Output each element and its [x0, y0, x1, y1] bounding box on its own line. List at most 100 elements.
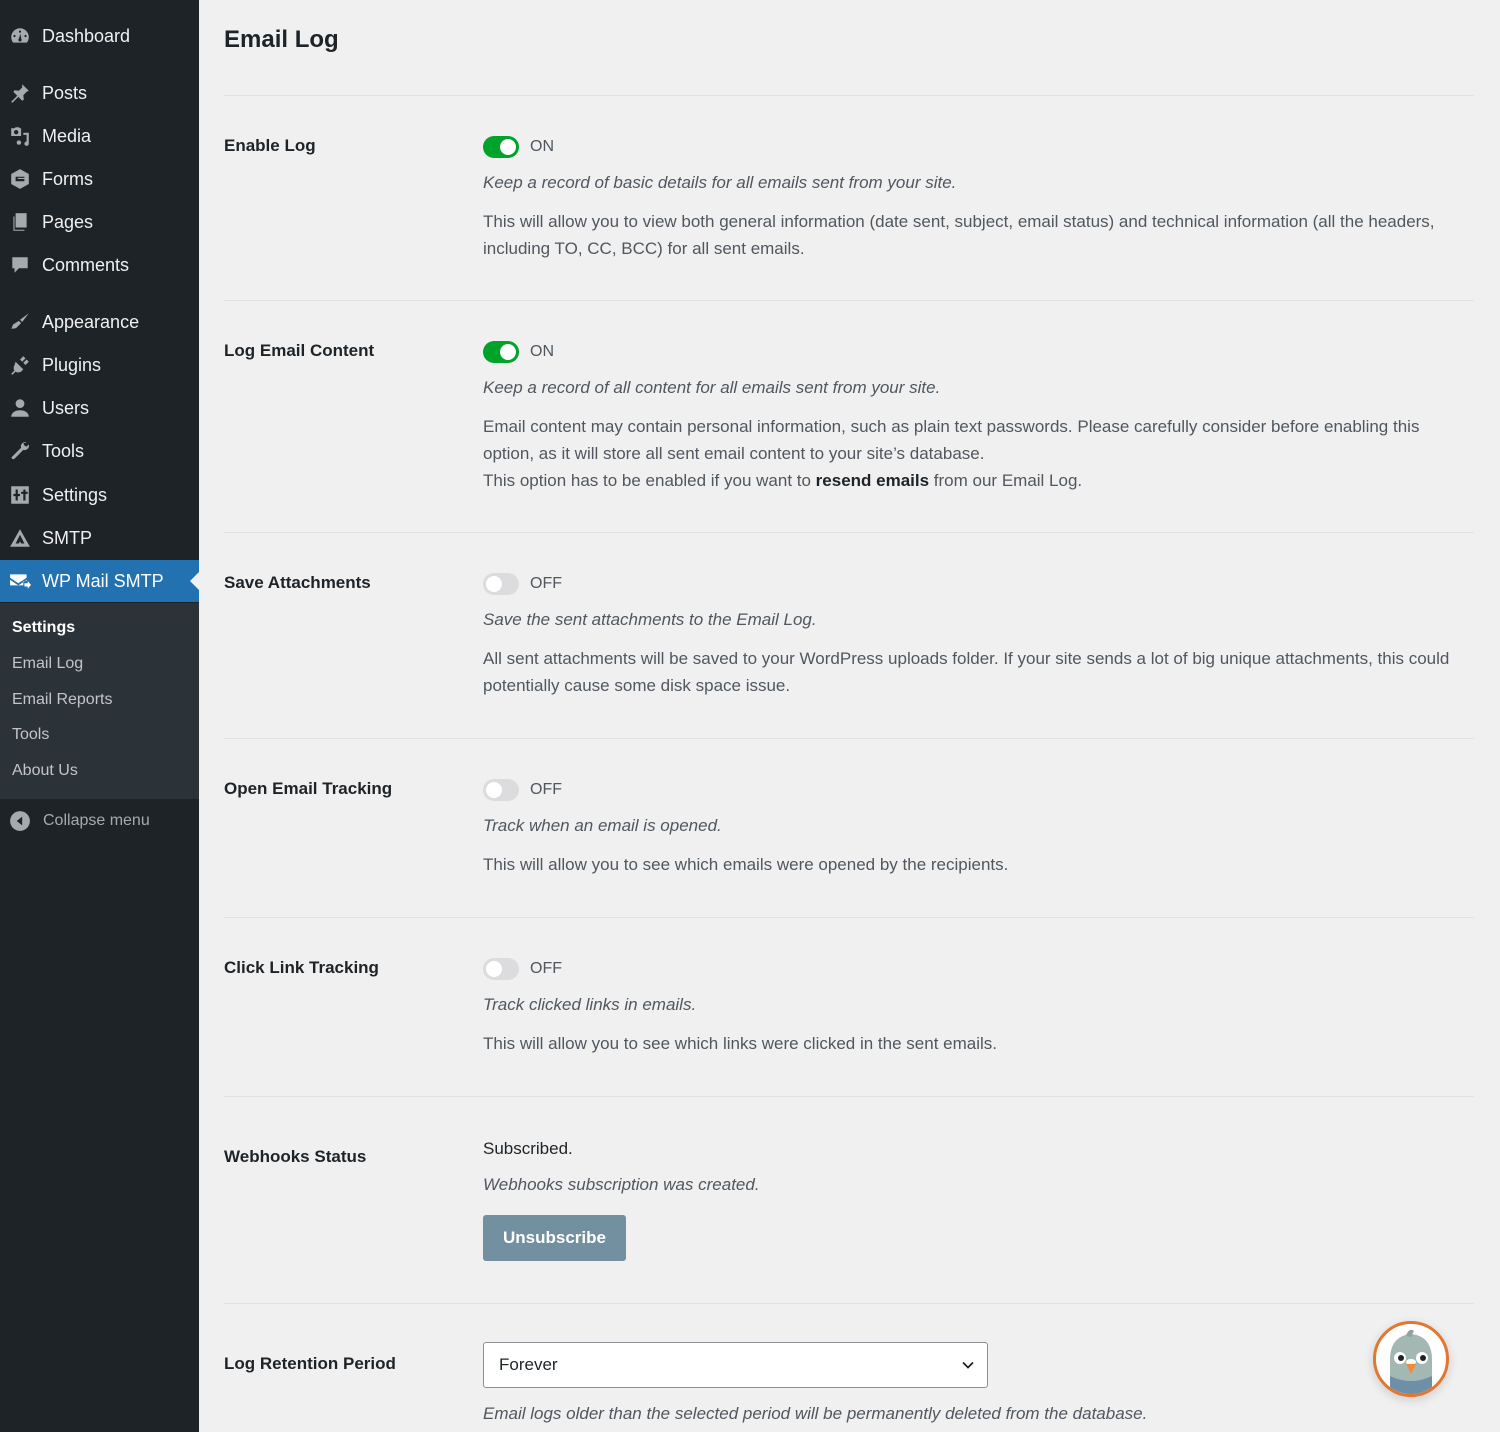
sidebar-item-label: Users	[42, 397, 90, 418]
plug-icon	[8, 353, 32, 377]
note-text: This option has to be enabled if you wan…	[483, 471, 816, 490]
open-tracking-description: This will allow you to see which emails …	[483, 855, 1009, 874]
submenu-item-settings[interactable]: Settings	[12, 619, 75, 637]
click-tracking-summary: Track clicked links in emails.	[483, 995, 697, 1014]
open-tracking-summary: Track when an email is opened.	[483, 816, 722, 835]
sidebar-item-label: Comments	[42, 254, 130, 275]
help-mascot-button[interactable]	[1373, 1321, 1449, 1397]
divider	[224, 300, 1474, 301]
note-text: from our Email Log.	[929, 471, 1083, 490]
enable-log-summary: Keep a record of basic details for all e…	[483, 173, 957, 192]
user-icon	[8, 396, 32, 420]
note-bold: resend emails	[815, 471, 930, 490]
save-attachments-toggle[interactable]	[483, 573, 519, 595]
submenu-item-email-reports[interactable]: Email Reports	[12, 691, 112, 709]
submenu-item-tools[interactable]: Tools	[12, 726, 49, 744]
smtp-triangle-icon	[8, 526, 32, 550]
retention-label: Log Retention Period	[224, 1354, 396, 1373]
open-tracking-field: OFF Track when an email is opened. This …	[483, 778, 1473, 878]
sidebar-item-label: WP Mail SMTP	[42, 570, 164, 591]
divider	[224, 532, 1474, 533]
sidebar-item-label: Dashboard	[42, 25, 131, 46]
sidebar-item-users[interactable]: Users	[0, 387, 199, 429]
pigeon-mascot-icon	[1390, 1329, 1432, 1394]
pin-icon	[8, 81, 32, 105]
sidebar-item-settings[interactable]: Settings	[0, 474, 199, 516]
webhooks-summary: Webhooks subscription was created.	[483, 1175, 760, 1194]
log-content-field: ON Keep a record of all content for all …	[483, 340, 1473, 494]
enable-log-label: Enable Log	[224, 136, 316, 155]
webhooks-field: Subscribed. Webhooks subscription was cr…	[483, 1135, 1473, 1261]
divider	[224, 917, 1474, 918]
toggle-state: OFF	[530, 781, 562, 798]
divider	[224, 1096, 1474, 1097]
sidebar-item-label: SMTP	[42, 527, 93, 548]
toggle-state: ON	[530, 343, 554, 360]
sidebar-item-tools[interactable]: Tools	[0, 430, 199, 472]
forms-icon	[8, 167, 32, 191]
retention-field: Forever Email logs older than the select…	[483, 1342, 1473, 1427]
sliders-icon	[8, 483, 32, 507]
log-content-resend-note: This option has to be enabled if you wan…	[483, 467, 1473, 494]
divider	[224, 95, 1474, 96]
toggle-state: ON	[530, 138, 554, 155]
enable-log-field: ON Keep a record of basic details for al…	[483, 135, 1473, 262]
click-tracking-field: OFF Track clicked links in emails. This …	[483, 957, 1473, 1057]
retention-selected-value: Forever	[499, 1355, 558, 1374]
click-tracking-description: This will allow you to see which links w…	[483, 1034, 997, 1053]
webhooks-status: Subscribed.	[483, 1139, 573, 1158]
save-attachments-field: OFF Save the sent attachments to the Ema…	[483, 572, 1473, 699]
sidebar-item-label: Pages	[42, 211, 94, 232]
log-content-summary: Keep a record of all content for all ema…	[483, 378, 941, 397]
save-attachments-summary: Save the sent attachments to the Email L…	[483, 610, 817, 629]
open-tracking-toggle[interactable]	[483, 779, 519, 801]
submenu: Settings Email Log Email Reports Tools A…	[0, 603, 199, 799]
sidebar-item-plugins[interactable]: Plugins	[0, 344, 199, 386]
enable-log-toggle[interactable]	[483, 136, 519, 158]
toggle-state: OFF	[530, 575, 562, 592]
webhooks-label: Webhooks Status	[224, 1147, 367, 1166]
sidebar-item-comments[interactable]: Comments	[0, 244, 199, 286]
sidebar-item-label: Tools	[42, 440, 85, 461]
divider	[224, 738, 1474, 739]
enable-log-description: This will allow you to view both general…	[483, 212, 1435, 258]
dashboard-icon	[8, 24, 32, 48]
sidebar-item-appearance[interactable]: Appearance	[0, 301, 199, 343]
sidebar-item-label: Forms	[42, 168, 93, 189]
media-icon	[8, 124, 32, 148]
pages-icon	[8, 210, 32, 234]
retention-description: Email logs older than the selected perio…	[483, 1404, 1148, 1423]
sidebar-item-pages[interactable]: Pages	[0, 201, 199, 243]
sidebar-item-smtp[interactable]: SMTP	[0, 517, 199, 559]
sidebar-item-label: Appearance	[42, 311, 140, 332]
collapse-menu-button[interactable]: Collapse menu	[0, 805, 199, 837]
unsubscribe-button[interactable]: Unsubscribe	[483, 1215, 626, 1261]
retention-select[interactable]: Forever	[483, 1342, 988, 1388]
submenu-item-about-us[interactable]: About Us	[12, 762, 78, 780]
click-tracking-label: Click Link Tracking	[224, 958, 379, 977]
page-title: Email Log	[224, 26, 339, 53]
log-content-label: Log Email Content	[224, 341, 375, 360]
open-tracking-label: Open Email Tracking	[224, 779, 393, 798]
sidebar-item-wp-mail-smtp[interactable]: WP Mail SMTP	[0, 560, 199, 602]
sidebar-item-dashboard[interactable]: Dashboard	[0, 15, 199, 57]
collapse-icon	[10, 811, 30, 831]
sidebar-item-label: Settings	[42, 484, 108, 505]
save-attachments-description: All sent attachments will be saved to yo…	[483, 649, 1450, 695]
log-content-toggle[interactable]	[483, 341, 519, 363]
submenu-item-email-log[interactable]: Email Log	[12, 655, 83, 673]
click-tracking-toggle[interactable]	[483, 958, 519, 980]
sidebar-item-label: Media	[42, 125, 92, 146]
admin-sidebar: Dashboard Posts Media Forms Pages Commen…	[0, 0, 199, 1432]
sidebar-item-forms[interactable]: Forms	[0, 158, 199, 200]
active-menu-arrow	[190, 572, 199, 590]
sidebar-item-label: Posts	[42, 82, 88, 103]
sidebar-item-label: Plugins	[42, 354, 102, 375]
paintbrush-icon	[8, 310, 32, 334]
sidebar-item-media[interactable]: Media	[0, 115, 199, 157]
sidebar-item-posts[interactable]: Posts	[0, 72, 199, 114]
log-content-description: Email content may contain personal infor…	[483, 417, 1420, 463]
save-attachments-label: Save Attachments	[224, 573, 371, 592]
mail-send-icon	[8, 569, 32, 593]
collapse-label: Collapse menu	[43, 812, 150, 829]
